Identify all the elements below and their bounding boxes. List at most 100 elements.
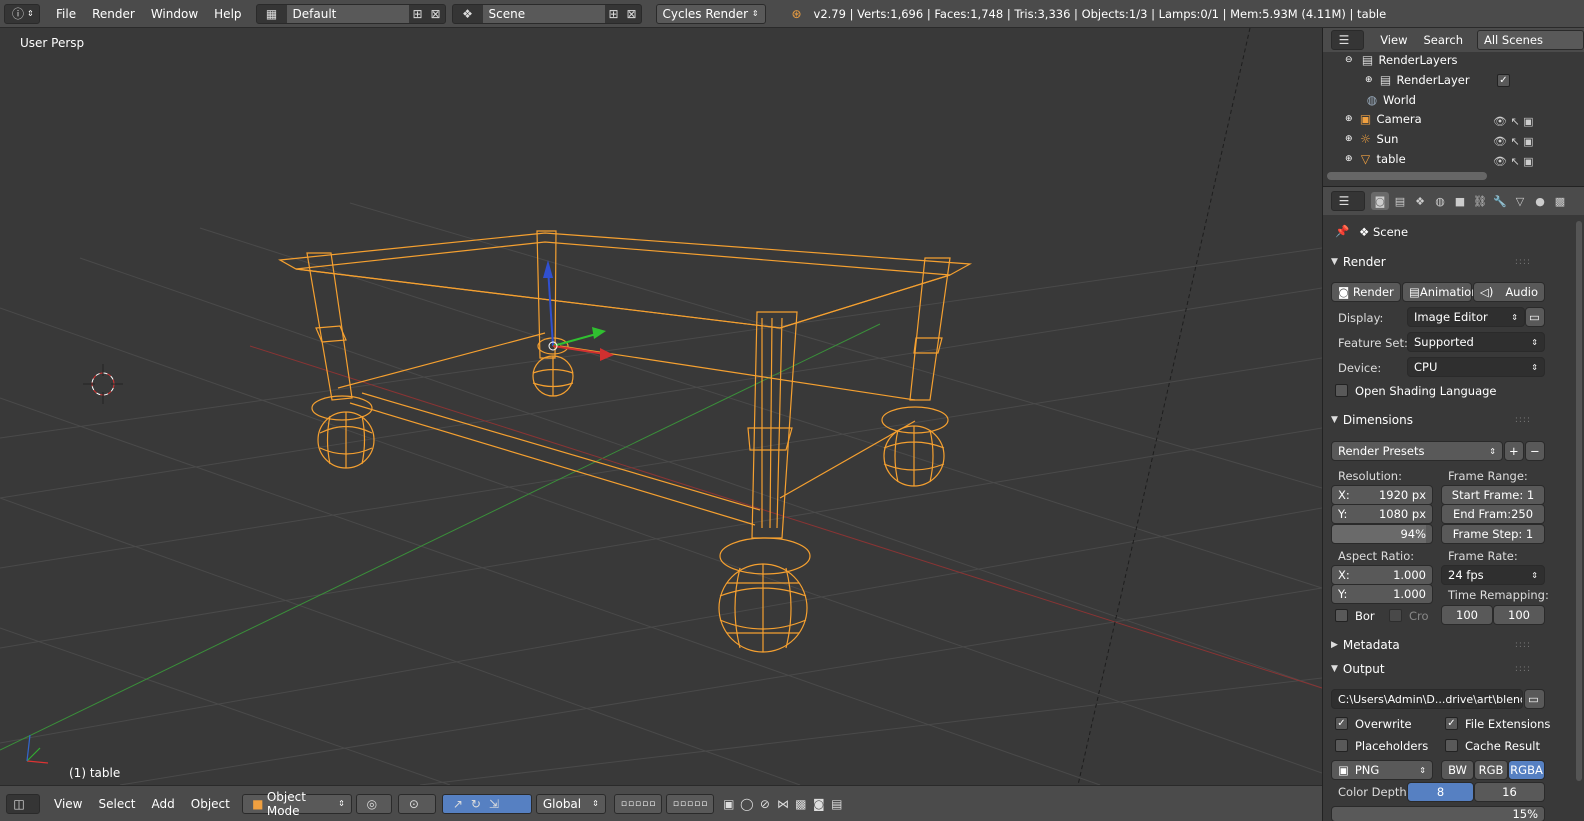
border-checkbox[interactable]	[1335, 609, 1348, 622]
scene-selector[interactable]: ❖ Scene ⊞ ⊠	[451, 3, 642, 24]
remove-preset-button[interactable]: −	[1525, 441, 1545, 461]
material-tab-icon[interactable]: ●	[1531, 192, 1549, 210]
menu-file[interactable]: File	[48, 7, 84, 21]
rotate-icon[interactable]: ↻	[467, 795, 485, 813]
add-icon[interactable]: ⊞	[605, 5, 623, 23]
dimensions-panel-header[interactable]: ▼ Dimensions::::	[1331, 409, 1547, 431]
display-mode-select[interactable]: All Scenes	[1477, 30, 1584, 50]
snap-icon[interactable]: ⊘	[756, 795, 774, 813]
close-icon[interactable]: ⊠	[427, 5, 445, 23]
outliner-item-camera[interactable]: ⊕ ▣ Camera	[1345, 109, 1422, 129]
eye-icon[interactable]: 👁 ↖ ▣	[1493, 132, 1534, 152]
outliner-item-sun[interactable]: ⊕ ☼ Sun	[1345, 129, 1398, 149]
render-panel-header[interactable]: ▼ Render::::	[1331, 251, 1547, 273]
properties-scrollbar[interactable]	[1576, 221, 1582, 781]
frame-rate-select[interactable]: 24 fps ⇕	[1441, 565, 1545, 585]
editor-type-button[interactable]: ☰	[1331, 30, 1365, 50]
feature-set-select[interactable]: Supported ⇕	[1407, 332, 1545, 352]
render-tab-icon[interactable]: ◙	[1371, 192, 1389, 210]
menu-render[interactable]: Render	[84, 7, 143, 21]
clapper-icon[interactable]: ▤	[828, 795, 846, 813]
menu-help[interactable]: Help	[206, 7, 249, 21]
render-preview-icon[interactable]: ▩	[792, 795, 810, 813]
orientation-select[interactable]: Global ⇕	[535, 793, 606, 814]
remap-new-field[interactable]: 100	[1493, 605, 1545, 625]
lock-icon[interactable]: ▣	[720, 795, 738, 813]
aspect-x-field[interactable]: X: 1.000	[1331, 565, 1433, 585]
resolution-percent-slider[interactable]: 94%	[1331, 524, 1433, 544]
outliner-menu-search[interactable]: Search	[1417, 33, 1469, 47]
display-select[interactable]: Image Editor ⇕	[1407, 307, 1525, 327]
editor-type-button[interactable]: ◫	[6, 793, 40, 814]
compression-slider[interactable]: 15%	[1331, 806, 1545, 821]
expand-icon[interactable]: ⊕	[1345, 134, 1353, 144]
color-bw-button[interactable]: BW	[1441, 760, 1474, 780]
osl-checkbox[interactable]	[1335, 384, 1348, 397]
end-frame-field[interactable]: End Fram:250	[1441, 504, 1545, 524]
pivot-select[interactable]: ⊙	[397, 793, 436, 814]
transform-gizmo[interactable]	[543, 260, 614, 361]
color-rgb-button[interactable]: RGB	[1474, 760, 1508, 780]
drag-handle[interactable]: ::::	[1515, 257, 1531, 267]
world-tab-icon[interactable]: ◍	[1431, 192, 1449, 210]
file-extensions-checkbox[interactable]: ✓	[1445, 717, 1458, 730]
proportional-edit-icon[interactable]: ◯	[738, 795, 756, 813]
eye-icon[interactable]: 👁 ↖ ▣	[1493, 152, 1534, 172]
camera-render-icon[interactable]: ◙	[810, 795, 828, 813]
start-frame-field[interactable]: Start Frame: 1	[1441, 485, 1545, 505]
expand-icon[interactable]: ⊕	[1345, 114, 1353, 124]
animation-button[interactable]: ▤ Animation	[1402, 282, 1479, 302]
drag-handle[interactable]: ::::	[1515, 415, 1531, 425]
output-panel-header[interactable]: ▼ Output::::	[1331, 658, 1547, 680]
viewport-canvas[interactable]	[0, 28, 1322, 785]
render-layers-tab-icon[interactable]: ▤	[1391, 192, 1409, 210]
3d-cursor[interactable]	[83, 364, 123, 404]
shading-select[interactable]: ◎	[355, 793, 392, 814]
outliner-item-renderlayer[interactable]: ⊕ ▤ RenderLayer ✓	[1365, 70, 1510, 90]
output-path-field[interactable]: C:\Users\Admin\D...drive\art\blender\	[1331, 689, 1523, 709]
crop-checkbox[interactable]	[1389, 609, 1402, 622]
color-rgba-button[interactable]: RGBA	[1508, 760, 1545, 780]
constraints-tab-icon[interactable]: ⛓	[1471, 192, 1489, 210]
layout-selector[interactable]: ▦ Default ⊞ ⊠	[255, 3, 446, 24]
snap-target-icon[interactable]: ⋈	[774, 795, 792, 813]
collapse-icon[interactable]: ⊖	[1345, 55, 1353, 65]
outliner-item-renderlayers[interactable]: ⊖ ▤ RenderLayers	[1345, 50, 1458, 70]
menu-object[interactable]: Object	[183, 797, 238, 811]
object-tab-icon[interactable]: ■	[1451, 192, 1469, 210]
metadata-panel-header[interactable]: ▶ Metadata::::	[1331, 634, 1547, 656]
eye-icon[interactable]: 👁 ↖ ▣	[1493, 112, 1534, 132]
overwrite-checkbox[interactable]: ✓	[1335, 717, 1348, 730]
browse-folder-button[interactable]: ▭	[1524, 689, 1545, 709]
editor-type-button[interactable]: ☰	[1331, 191, 1365, 211]
texture-tab-icon[interactable]: ▩	[1551, 192, 1569, 210]
depth-8-button[interactable]: 8	[1407, 782, 1474, 802]
editor-type-button[interactable]: ⓘ ⇕	[4, 3, 40, 24]
resolution-y-field[interactable]: Y: 1080 px	[1331, 504, 1433, 524]
audio-button[interactable]: ◁) Audio	[1473, 282, 1545, 302]
resolution-x-field[interactable]: X: 1920 px	[1331, 485, 1433, 505]
aspect-y-field[interactable]: Y: 1.000	[1331, 584, 1433, 604]
mode-select[interactable]: ■ Object Mode ⇕	[241, 790, 352, 818]
expand-icon[interactable]: ⊕	[1365, 75, 1373, 85]
scale-icon[interactable]: ⇲	[485, 795, 503, 813]
file-format-select[interactable]: ▣ PNG ⇕	[1331, 760, 1433, 780]
render-engine-select[interactable]: Cycles Render ⇕	[655, 3, 766, 24]
render-presets-select[interactable]: Render Presets ⇕	[1331, 441, 1503, 461]
placeholders-checkbox[interactable]	[1335, 739, 1348, 752]
render-button[interactable]: ◙ Render	[1331, 282, 1401, 302]
device-select[interactable]: CPU ⇕	[1407, 357, 1545, 377]
add-icon[interactable]: ⊞	[409, 5, 427, 23]
outliner-menu-view[interactable]: View	[1368, 33, 1413, 47]
drag-handle[interactable]: ::::	[1515, 664, 1531, 674]
layer-buttons-2[interactable]: ▫▫▫▫▫	[665, 793, 714, 814]
display-window-button[interactable]: ▭	[1525, 307, 1545, 327]
data-tab-icon[interactable]: ▽	[1511, 192, 1529, 210]
cache-result-checkbox[interactable]	[1445, 739, 1458, 752]
menu-window[interactable]: Window	[143, 7, 206, 21]
outliner-hscrollbar[interactable]	[1327, 172, 1487, 180]
outliner-item-table[interactable]: ⊕ ▽ table	[1345, 149, 1406, 169]
drag-handle[interactable]: ::::	[1515, 640, 1531, 650]
menu-view[interactable]: View	[46, 797, 90, 811]
expand-icon[interactable]: ⊕	[1345, 154, 1353, 164]
